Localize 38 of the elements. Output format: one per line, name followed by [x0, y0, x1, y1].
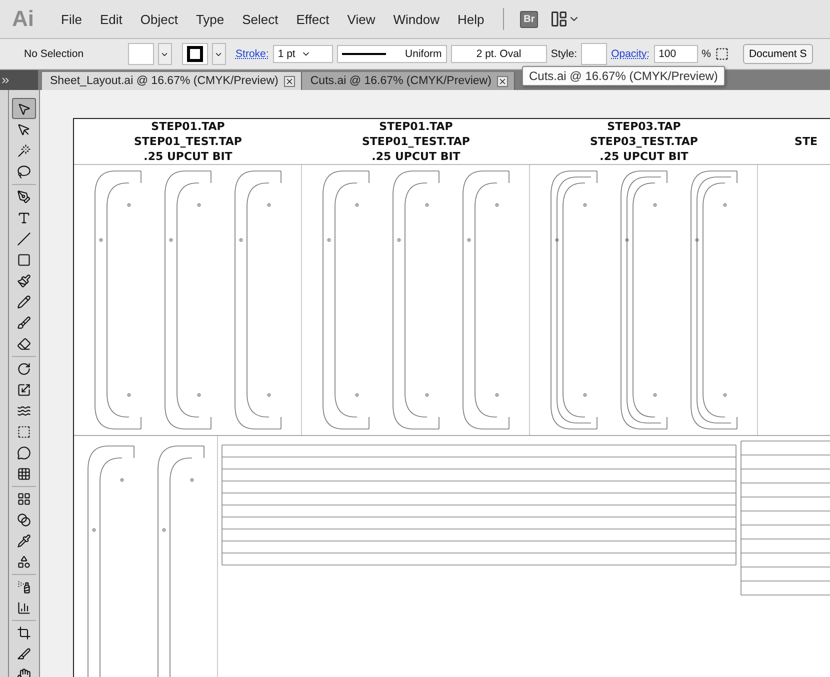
menu-item[interactable]: Help	[448, 12, 494, 26]
bridge-button[interactable]: Br	[520, 10, 538, 28]
brush-dropdown[interactable]: 2 pt. Oval	[450, 45, 547, 63]
close-icon[interactable]	[284, 76, 296, 86]
style-label: Style:	[550, 48, 578, 60]
menu-item[interactable]: Window	[384, 12, 448, 26]
file-label: STE	[794, 134, 818, 149]
stroke-weight-field[interactable]: 1 pt	[272, 45, 333, 63]
file-label: STEP01.TAP STEP01_TEST.TAP .25 UPCUT BIT	[134, 119, 242, 164]
selection-status: No Selection	[24, 48, 84, 60]
document-tab[interactable]: Cuts.ai @ 16.67% (CMYK/Preview)	[302, 72, 516, 90]
expand-panel-icon[interactable]	[0, 74, 11, 86]
select-similar-icon[interactable]	[714, 47, 729, 61]
opacity-field[interactable]: 100	[654, 45, 698, 63]
fill-swatch[interactable]	[128, 43, 154, 65]
workspace-layout-icon[interactable]	[550, 10, 580, 28]
app-logo: Ai	[12, 6, 34, 32]
document-setup-button[interactable]: Document S	[742, 44, 813, 64]
document-tab[interactable]: Sheet_Layout.ai @ 16.67% (CMYK/Preview)	[42, 72, 302, 90]
selection-icon[interactable]	[12, 98, 36, 119]
stroke-swatch[interactable]	[182, 43, 208, 65]
menu-item[interactable]: Edit	[90, 12, 132, 26]
stroke-link[interactable]: Stroke:	[236, 48, 269, 60]
tab-tooltip: Cuts.ai @ 16.67% (CMYK/Preview)	[522, 66, 725, 86]
close-icon[interactable]	[497, 76, 508, 86]
menu-item[interactable]: View	[338, 12, 384, 26]
menu-item[interactable]: Object	[131, 12, 187, 26]
style-swatch[interactable]	[581, 43, 608, 65]
stroke-profile-line-icon	[342, 52, 386, 56]
file-label: STEP03.TAP STEP03_TEST.TAP .25 UPCUT BIT	[590, 119, 698, 164]
opacity-link[interactable]: Opacity:	[611, 48, 650, 60]
menu-item[interactable]: Select	[233, 12, 288, 26]
profile-dropdown[interactable]: Uniform	[336, 45, 447, 63]
menu-item[interactable]: Effect	[287, 12, 338, 26]
menu-item[interactable]: File	[52, 12, 91, 26]
file-label: STEP01.TAP STEP01_TEST.TAP .25 UPCUT BIT	[362, 119, 470, 164]
percent-sign: %	[702, 48, 711, 60]
menu-item[interactable]: Type	[186, 12, 234, 26]
